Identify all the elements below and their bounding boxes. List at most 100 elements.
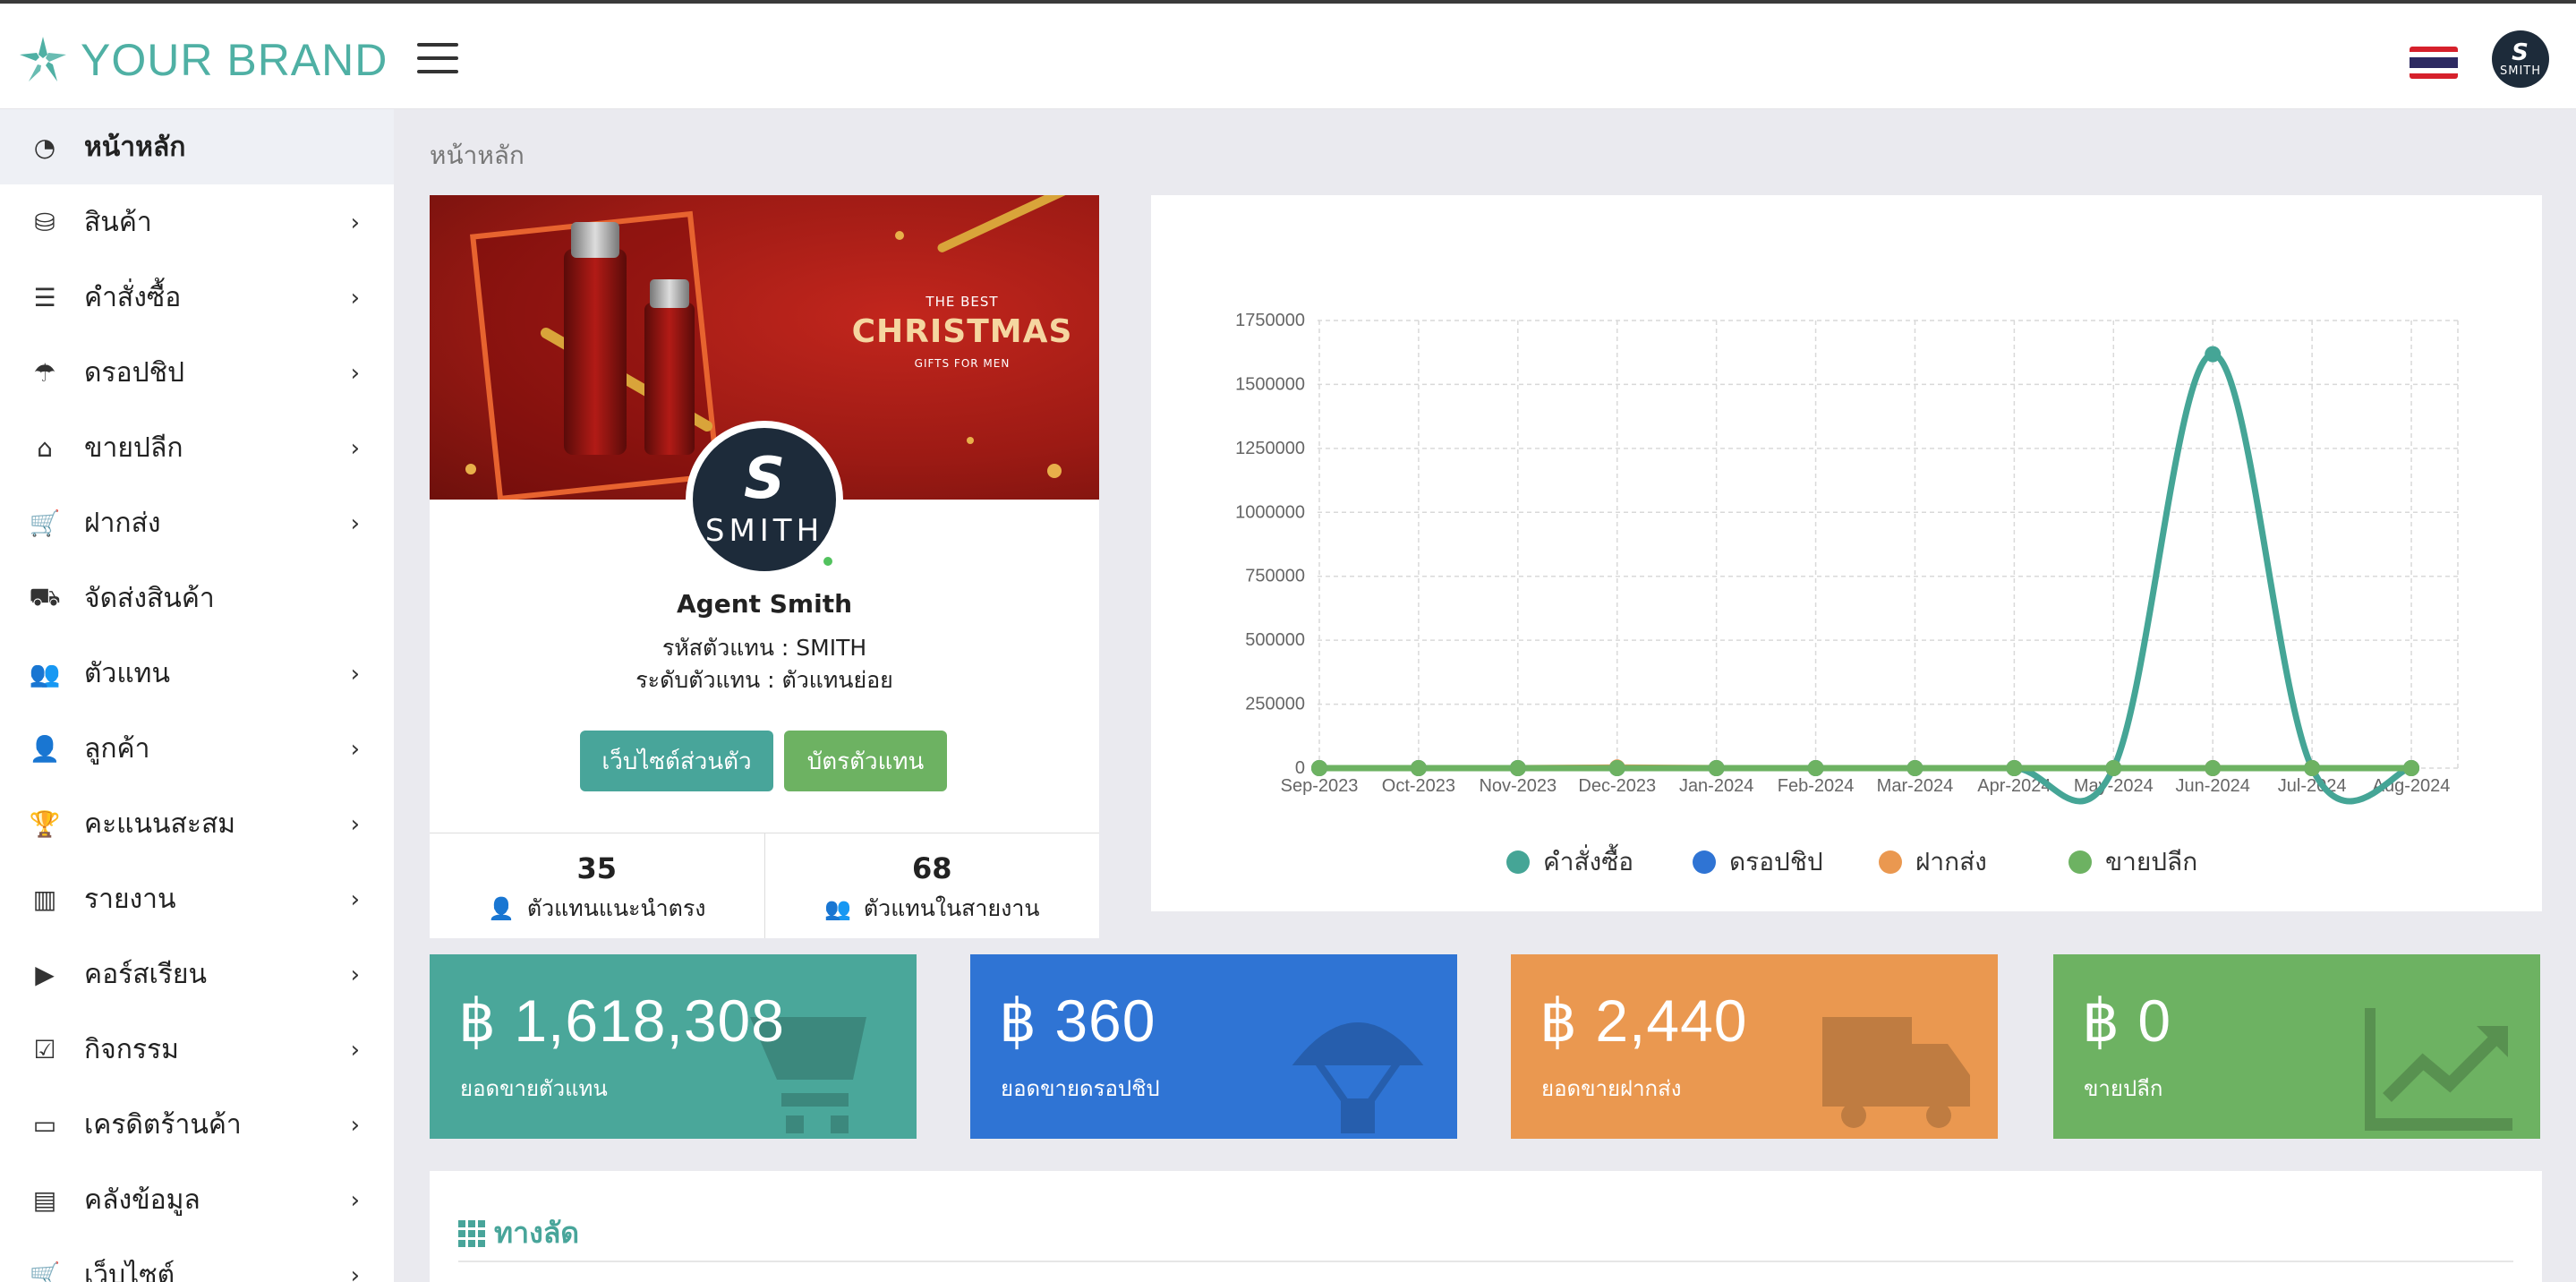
x-tick-label: Dec-2023 [1578, 776, 1656, 796]
sidebar-item-points[interactable]: 🏆 คะแนนสะสม › [0, 786, 394, 861]
y-tick-label: 1500000 [1235, 374, 1305, 394]
trophy-icon: 🏆 [29, 808, 61, 839]
sales-chart-card: 0 250000 500000 750000 1000000 1250000 1500000… [1151, 195, 2542, 911]
user-icon: 👤 [488, 896, 515, 921]
users-icon: 👥 [824, 896, 851, 921]
sidebar-item-reports[interactable]: ▥ รายงาน › [0, 861, 394, 936]
legend-marker [1693, 850, 1716, 874]
sidebar-item-repository[interactable]: ▤ คลังข้อมูล › [0, 1162, 394, 1237]
menu-toggle-icon[interactable] [417, 43, 458, 73]
tile-label: ยอดขายดรอปชิป [1001, 1076, 1160, 1101]
x-tick-label: Sep-2023 [1281, 776, 1359, 796]
sidebar-item-label: จัดส่งสินค้า [84, 582, 215, 614]
divider [458, 1261, 2513, 1262]
dropship-sales-tile[interactable]: ฿ 360 ยอดขายดรอปชิป [970, 954, 1457, 1139]
chevron-right-icon: › [350, 736, 360, 763]
banner-subtitle: GIFTS FOR MEN [914, 357, 1011, 370]
y-tick-label: 1750000 [1235, 311, 1305, 330]
data-point [2006, 760, 2023, 776]
x-tick-label: Jun-2024 [2176, 776, 2250, 796]
x-tick-label: Oct-2023 [1382, 776, 1455, 796]
sidebar-item-consign[interactable]: 🛒 ฝากส่ง › [0, 485, 394, 560]
legend-label: ขายปลีก [2105, 847, 2197, 876]
sidebar-item-store-credit[interactable]: ▭ เครดิตร้านค้า › [0, 1087, 394, 1162]
y-tick-label: 0 [1295, 758, 1305, 778]
sidebar-item-label: ตัวแทน [84, 657, 170, 689]
legend-label: คำสั่งซื้อ [1543, 843, 1633, 876]
banner-tagline: THE BEST [925, 294, 999, 310]
direct-referrals-stat[interactable]: 35 👤 ตัวแทนแนะนำตรง [430, 833, 764, 938]
cart-icon: 🛒 [29, 1260, 61, 1282]
data-point [2105, 760, 2122, 776]
play-circle-icon: ▶ [35, 959, 55, 989]
sidebar-item-label: คลังข้อมูล [84, 1184, 200, 1216]
tile-label: ยอดขายฝากส่ง [1541, 1076, 1682, 1101]
sidebar-item-products[interactable]: ⛁ สินค้า › [0, 184, 394, 260]
sidebar-item-website[interactable]: 🛒 เว็บไซต์ › [0, 1237, 394, 1282]
legend-label: ฝากส่ง [1915, 847, 1987, 876]
chevron-right-icon: › [350, 360, 360, 387]
profile-avatar[interactable]: S SMITH [686, 421, 843, 578]
online-status-dot [821, 554, 835, 568]
data-point [1509, 760, 1526, 776]
chevron-right-icon: › [350, 1187, 360, 1214]
grid-icon [458, 1219, 485, 1247]
stat-label: ตัวแทนแนะนำตรง [526, 895, 706, 921]
agent-code: รหัสตัวแทน : SMITH [661, 635, 867, 661]
data-point [1807, 760, 1824, 776]
sales-line-chart[interactable]: 0 250000 500000 750000 1000000 1250000 1500000… [1151, 195, 2542, 911]
sidebar-item-agents[interactable]: 👥 ตัวแทน › [0, 636, 394, 711]
stat-value: 68 [911, 851, 952, 885]
bar-chart-icon: ▥ [32, 884, 57, 914]
tile-label: ขายปลีก [2084, 1076, 2163, 1101]
banner-title: CHRISTMAS [851, 313, 1073, 350]
sidebar-item-label: คอร์สเรียน [84, 958, 207, 990]
sidebar-item-label: สินค้า [84, 206, 152, 238]
basket-icon: ⌂ [37, 432, 53, 463]
x-tick-label: Mar-2024 [1877, 776, 1954, 796]
x-tick-label: Jul-2024 [2278, 776, 2347, 796]
agent-sales-tile[interactable]: ฿ 1,618,308 ยอดขายตัวแทน [430, 954, 917, 1139]
personal-website-button[interactable]: เว็บไซต์ส่วนตัว [580, 731, 773, 791]
agent-card-button[interactable]: บัตรตัวแทน [784, 731, 947, 791]
brand-star-icon [20, 37, 66, 81]
sidebar-item-label: รายงาน [84, 883, 176, 915]
sidebar-item-label: ลูกค้า [84, 732, 150, 765]
sidebar-item-label: เว็บไซต์ [84, 1259, 175, 1282]
chart-line-icon [2365, 1008, 2512, 1131]
data-point [2205, 760, 2222, 776]
retail-sales-tile[interactable]: ฿ 0 ขายปลีก [2053, 954, 2540, 1139]
brand-logo[interactable]: YOUR BRAND [18, 34, 388, 86]
y-tick-label: 1250000 [1235, 439, 1305, 458]
downline-agents-stat[interactable]: 68 👥 ตัวแทนในสายงาน [763, 833, 1100, 938]
sidebar-item-label: กิจกรรม [84, 1033, 179, 1065]
agent-stats: 35 👤 ตัวแทนแนะนำตรง 68 👥 ตัวแทนในสายงาน [430, 833, 1099, 938]
users-icon: 👥 [29, 658, 61, 688]
user-avatar[interactable]: S SMITH [2492, 30, 2549, 88]
file-icon: ▤ [32, 1184, 57, 1215]
sidebar-item-label: ขายปลีก [84, 432, 183, 464]
user-friends-icon: 👤 [29, 733, 61, 764]
truck-icon: ⛟ [29, 581, 61, 611]
tile-label: ยอดขายตัวแทน [460, 1076, 608, 1101]
truck-icon [1822, 1017, 1970, 1128]
sidebar-item-orders[interactable]: ☰ คำสั่งซื้อ › [0, 260, 394, 335]
tile-value: ฿ 1,618,308 [458, 987, 785, 1054]
sidebar-item-home[interactable]: ◔ หน้าหลัก [0, 109, 394, 184]
sidebar-item-activities[interactable]: ☑ กิจกรรม › [0, 1012, 394, 1087]
data-point [1906, 760, 1923, 776]
sidebar-item-shipping[interactable]: ⛟ จัดส่งสินค้า [0, 560, 394, 636]
consign-sales-tile[interactable]: ฿ 2,440 ยอดขายฝากส่ง [1511, 954, 1998, 1139]
data-point [1311, 760, 1327, 776]
shortcuts-title: ทางลัด [458, 1210, 579, 1256]
sidebar-item-dropship[interactable]: ☂ ดรอปชิป › [0, 335, 394, 410]
parachute-icon [1292, 1022, 1424, 1133]
thai-flag-icon[interactable] [2410, 47, 2458, 79]
top-bar: YOUR BRAND S SMITH [0, 4, 2576, 109]
data-point [2205, 346, 2222, 363]
sidebar-item-customers[interactable]: 👤 ลูกค้า › [0, 711, 394, 786]
sidebar-item-courses[interactable]: ▶ คอร์สเรียน › [0, 936, 394, 1012]
data-point [1608, 760, 1625, 776]
sidebar-item-retail[interactable]: ⌂ ขายปลีก › [0, 410, 394, 485]
breadcrumb: หน้าหลัก [430, 141, 525, 170]
